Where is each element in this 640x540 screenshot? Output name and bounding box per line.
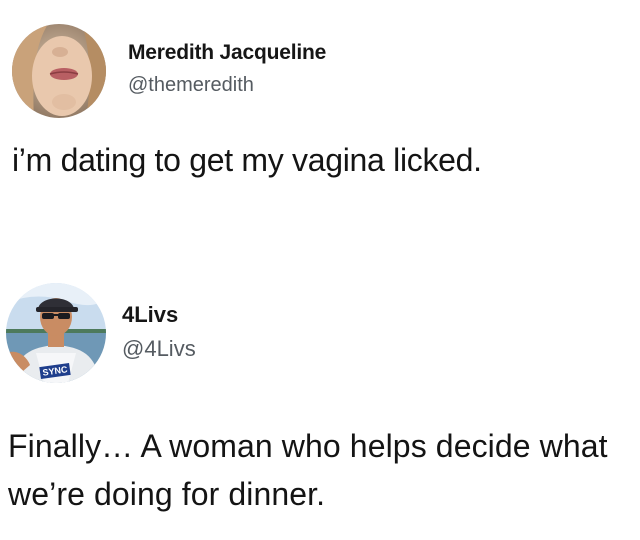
tweet-text: i’m dating to get my vagina licked. — [12, 142, 482, 178]
tweet-header: Meredith Jacqueline @themeredith — [12, 24, 326, 118]
display-name[interactable]: Meredith Jacqueline — [128, 41, 326, 65]
avatar[interactable]: SYNC — [6, 283, 106, 383]
tweet-card: Meredith Jacqueline @themeredith i’m dat… — [0, 0, 640, 230]
profile-photo-woman-icon — [12, 24, 106, 118]
tweet-header: SYNC 4Livs @4Livs — [6, 283, 196, 383]
user-handle[interactable]: @themeredith — [128, 74, 326, 97]
display-name[interactable]: 4Livs — [122, 302, 196, 328]
tweet-text: Finally… A woman who helps decide what w… — [8, 428, 608, 512]
avatar[interactable] — [12, 24, 106, 118]
user-handle[interactable]: @4Livs — [122, 336, 196, 362]
profile-photo-man-icon: SYNC — [6, 283, 106, 383]
tweet-card: SYNC 4Livs @4Livs Finally… A woman who h… — [0, 270, 640, 540]
